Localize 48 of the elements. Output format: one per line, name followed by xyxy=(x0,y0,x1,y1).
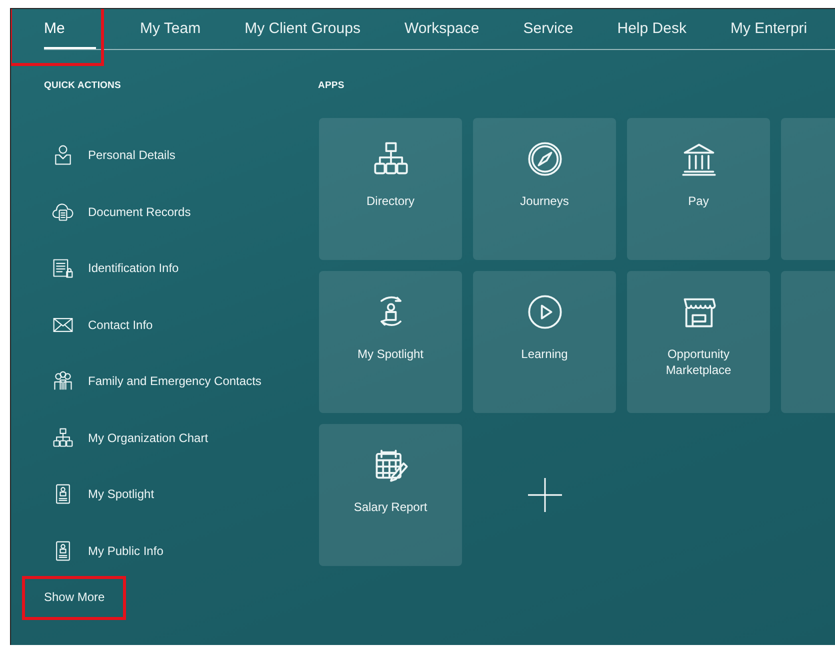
app-tile[interactable]: Directory xyxy=(319,118,462,260)
quick-action-label: My Public Info xyxy=(88,544,164,558)
quick-action-link[interactable]: My Public Info xyxy=(44,522,318,579)
people-icon xyxy=(52,370,74,392)
app-label: Pay xyxy=(687,194,710,210)
section-heading: APPS xyxy=(318,80,346,91)
quick-action-label: My Organization Chart xyxy=(88,430,208,445)
app-tile[interactable]: Journeys xyxy=(473,118,616,260)
quick-action-label: Contact Info xyxy=(88,318,153,332)
app-tile[interactable]: Opportunity Marketplace xyxy=(627,271,770,413)
compass-icon xyxy=(526,140,564,178)
app-label: Opportunity Marketplace xyxy=(664,347,732,378)
quick-action-link[interactable]: Family and Emergency Contacts xyxy=(44,353,318,410)
quick-action-label: My Spotlight xyxy=(88,487,154,502)
person-icon xyxy=(52,144,74,166)
app-label: My Spotlight xyxy=(356,347,425,363)
plus-icon xyxy=(528,478,562,512)
quick-action-link[interactable]: Identification Info xyxy=(44,240,318,296)
document-icon xyxy=(52,257,74,280)
quick-action-link[interactable]: Personal Details xyxy=(44,127,318,184)
cloud-document-icon xyxy=(52,200,74,223)
app-label: Directory xyxy=(365,194,416,210)
nav-tab[interactable]: Workspace xyxy=(404,20,480,49)
quick-action-label: Family and Emergency Contacts xyxy=(88,374,262,388)
play-icon xyxy=(526,293,564,331)
show-more-link[interactable]: Show More xyxy=(44,590,105,604)
quick-action-label: Document Records xyxy=(88,204,191,219)
org-chart-icon xyxy=(52,426,74,449)
app-label: Salary Report xyxy=(352,500,428,516)
app-label: Journeys xyxy=(519,194,570,210)
quick-action-link[interactable]: Contact Info xyxy=(44,296,318,353)
app-tile[interactable]: Salary Report xyxy=(319,424,462,566)
quick-action-link[interactable]: My Organization Chart xyxy=(44,410,318,466)
app-label: Learning xyxy=(520,347,569,363)
nav-tab[interactable]: My Client Groups xyxy=(244,20,360,49)
app-tile[interactable]: Learning xyxy=(473,271,616,413)
quick-action-label: Identification Info xyxy=(88,261,179,276)
app-tile[interactable]: Pay xyxy=(627,118,770,260)
nav-tab[interactable]: Help Desk xyxy=(617,20,686,49)
nav-tab[interactable]: Service xyxy=(523,20,574,49)
nav-tab[interactable]: My Enterpri xyxy=(730,20,808,49)
nav-tab[interactable]: Me xyxy=(44,20,96,49)
app-tile[interactable]: My Spotlight xyxy=(319,271,462,413)
nav-tab[interactable]: My Team xyxy=(140,20,201,49)
section-heading: QUICK ACTIONS xyxy=(44,80,122,91)
quick-action-link[interactable]: My Spotlight xyxy=(44,466,318,522)
quick-action-link[interactable]: Document Records xyxy=(44,184,318,240)
quick-action-label: Personal Details xyxy=(88,148,176,162)
